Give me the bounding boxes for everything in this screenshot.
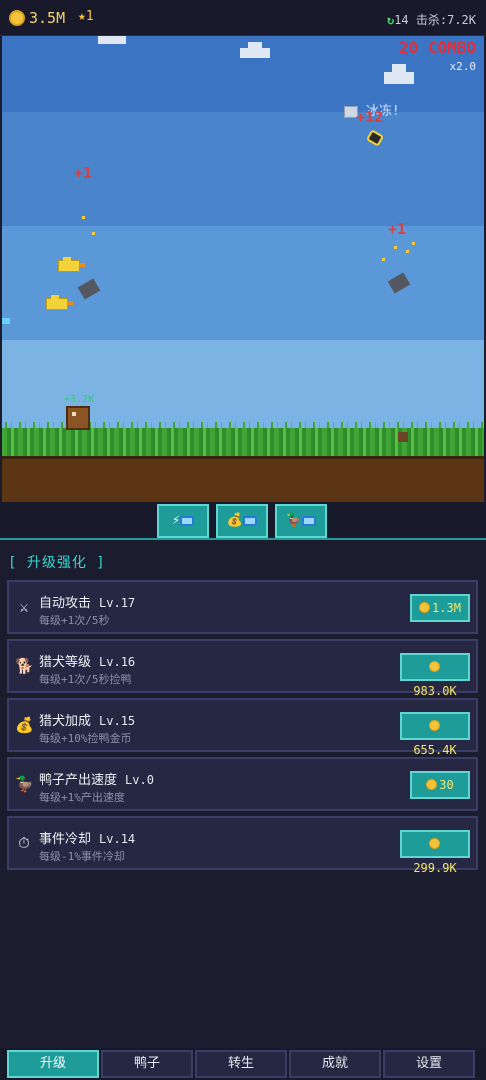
upgrade-name: 猎犬加成 Lv.15 (39, 714, 136, 729)
combo-multiplier: x2.0 (449, 60, 477, 73)
sparkle (406, 250, 409, 253)
upgrade-card-auto-attack: ⚔ 自动攻击 Lv.17 每级+1次/5秒 1.3M (7, 580, 478, 634)
upgrade-desc: 每级-1%事件冷却 (39, 850, 125, 863)
upgrade-desc: 每级+10%捡鸭金币 (39, 732, 132, 745)
duck-icon: 🦆 (285, 513, 303, 528)
buy-duck-speed-button[interactable]: 30 (410, 771, 470, 799)
buy-event-cooldown-button[interactable]: 299.9K (400, 830, 470, 875)
tab-settings[interactable]: 设置 (383, 1050, 475, 1078)
upgrade-name: 自动攻击 Lv.17 (39, 596, 136, 611)
money-counter: 3.5M (29, 9, 66, 27)
buy-dog-level-button[interactable]: 983.0K (400, 653, 470, 698)
dirt-ground (2, 456, 484, 502)
tv-ad-icon (179, 515, 194, 526)
upgrade-desc: 每级+1%产出速度 (39, 791, 125, 804)
sparkle (382, 258, 385, 261)
tab-ducks[interactable]: 鸭子 (101, 1050, 193, 1078)
coin-icon (9, 10, 25, 26)
upgrade-level: Lv.17 (99, 596, 136, 610)
prestige-stars: ★1 (78, 9, 94, 24)
upgrade-card-duck-speed: 🦆 鸭子产出速度 Lv.0 每级+1%产出速度 30 (7, 757, 478, 811)
dog-icon: 🐕 (15, 657, 34, 675)
coin-icon (419, 602, 431, 613)
lightning-icon: ⚡ (172, 513, 180, 528)
moneybag-icon: 💰 (15, 716, 34, 734)
moneybag-icon: 💰 (226, 513, 244, 528)
upgrade-name: 事件冷却 Lv.14 (39, 832, 136, 847)
duck[interactable] (2, 318, 10, 324)
cloud (98, 36, 126, 44)
float-reward: +12 (356, 108, 384, 126)
swords-icon: ⚔ (19, 598, 29, 616)
float-gain: +3.2K (64, 394, 95, 405)
boost-attack-button[interactable]: ⚡ (157, 504, 209, 538)
stopwatch-icon: ⏱ (18, 834, 30, 852)
combo-counter: 20 COMBO (398, 38, 476, 57)
buy-dog-bonus-button[interactable]: 655.4K (400, 712, 470, 757)
upgrade-card-event-cooldown: ⏱ 事件冷却 Lv.14 每级-1%事件冷却 299.9K (7, 816, 478, 875)
upgrade-desc: 每级+1次/5秒捡鸭 (39, 673, 132, 686)
falling-duck (387, 272, 411, 294)
duck-icon: 🦆 (15, 775, 34, 793)
coin-icon (426, 779, 438, 790)
duck[interactable] (46, 295, 73, 310)
upgrade-level: Lv.0 (125, 773, 154, 787)
quick-boost-bar: ⚡ 💰 🦆 (0, 502, 486, 540)
boost-duck-button[interactable]: 🦆 (275, 504, 327, 538)
flying-target[interactable] (365, 129, 385, 147)
sparkle (394, 246, 397, 249)
upgrade-level: Lv.14 (99, 832, 136, 846)
tab-rebirth[interactable]: 转生 (195, 1050, 287, 1078)
upgrades-title: [ 升级强化 ] (8, 555, 106, 571)
refresh-count: 14 (394, 13, 409, 27)
duck[interactable] (58, 257, 85, 272)
tv-ad-icon (243, 515, 258, 526)
upgrade-card-dog-level: 🐕 猎犬等级 Lv.16 每级+1次/5秒捡鸭 983.0K (7, 639, 478, 698)
coin-icon (428, 720, 440, 731)
buy-auto-attack-button[interactable]: 1.3M (410, 594, 470, 622)
float-reward: +1 (74, 164, 93, 182)
kill-stats: ↻14 击杀:7.2K (387, 11, 476, 28)
falling-duck (77, 278, 101, 300)
sparkle (412, 242, 415, 245)
tab-achievements[interactable]: 成就 (289, 1050, 381, 1078)
upgrade-desc: 每级+1次/5秒 (39, 614, 110, 627)
upgrade-name: 猎犬等级 Lv.16 (39, 655, 136, 670)
bottom-tab-bar: 升级 鸭子 转生 成就 设置 (0, 1048, 486, 1080)
grass-ground (2, 422, 484, 456)
fallen-duck (398, 432, 408, 442)
hunting-dog (66, 406, 90, 430)
tab-upgrade[interactable]: 升级 (7, 1050, 99, 1078)
tv-ad-icon (302, 515, 317, 526)
upgrade-card-dog-bonus: 💰 猎犬加成 Lv.15 每级+10%捡鸭金币 655.4K (7, 698, 478, 757)
upgrade-level: Lv.16 (99, 655, 136, 669)
upgrade-name: 鸭子产出速度 Lv.0 (39, 773, 154, 788)
boost-money-button[interactable]: 💰 (216, 504, 268, 538)
upgrade-level: Lv.15 (99, 714, 136, 728)
sparkle (82, 216, 85, 219)
coin-icon (428, 661, 440, 672)
kill-counter: 击杀:7.2K (415, 13, 476, 27)
game-field[interactable]: 20 COMBO x2.0 冰冻! +12 +1 +1 +3.2K (2, 36, 484, 502)
float-reward: +1 (388, 220, 407, 238)
cloud (384, 64, 414, 84)
cloud (240, 42, 270, 58)
coin-icon (428, 838, 440, 849)
sparkle (92, 232, 95, 235)
top-status-bar: 3.5M ★1 ↻14 击杀:7.2K (0, 0, 486, 36)
